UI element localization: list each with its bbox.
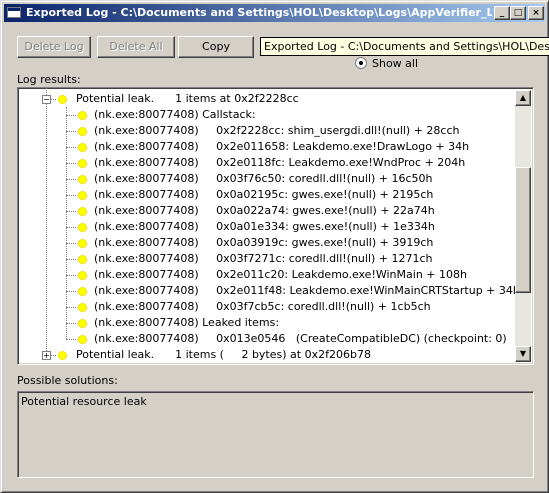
delete-log-label: Delete Log bbox=[24, 40, 84, 53]
log-results-label: Log results: bbox=[17, 73, 81, 86]
tree-node-entry[interactable]: (nk.exe:80077408) 0x0a01e334: gwes.exe!(… bbox=[18, 219, 513, 235]
lightbulb-icon bbox=[78, 207, 87, 216]
tree-node-text: (nk.exe:80077408) 0x2e011658: Leakdemo.e… bbox=[94, 140, 470, 153]
scroll-up-button[interactable]: ▲ bbox=[515, 90, 531, 106]
lightbulb-icon bbox=[78, 287, 87, 296]
exported-log-window: Exported Log - C:\Documents and Settings… bbox=[0, 0, 549, 493]
window-title: Exported Log - C:\Documents and Settings… bbox=[26, 6, 492, 19]
lightbulb-icon bbox=[78, 271, 87, 280]
tree-connector bbox=[66, 243, 76, 244]
lightbulb-icon bbox=[78, 223, 87, 232]
lightbulb-icon bbox=[78, 143, 87, 152]
tree-node-entry[interactable]: (nk.exe:80077408) 0x2e011c20: Leakdemo.e… bbox=[18, 267, 513, 283]
maximize-button[interactable]: □ bbox=[510, 6, 526, 20]
tree-node-entry[interactable]: (nk.exe:80077408) 0x2e011f48: Leakdemo.e… bbox=[18, 283, 520, 299]
tree-node-text: (nk.exe:80077408) Callstack: bbox=[94, 108, 256, 121]
tree-connector bbox=[66, 115, 76, 116]
tree-connector bbox=[66, 227, 76, 228]
tree-node-text: (nk.exe:80077408) Leaked items: bbox=[94, 316, 280, 329]
delete-all-label: Delete All bbox=[109, 40, 163, 53]
tree-node-text: (nk.exe:80077408) 0x013e0546 (CreateComp… bbox=[94, 332, 507, 345]
lightbulb-icon bbox=[58, 351, 67, 360]
tree-connector bbox=[66, 163, 76, 164]
tree-connector bbox=[66, 179, 76, 180]
tree-node-text: (nk.exe:80077408) 0x0a03919c: gwes.exe!(… bbox=[94, 236, 434, 249]
tree-connector bbox=[66, 323, 76, 324]
scroll-thumb[interactable] bbox=[515, 167, 531, 293]
close-button[interactable]: × bbox=[528, 6, 544, 20]
tree-node-entry[interactable]: (nk.exe:80077408) 0x2e0118fc: Leakdemo.e… bbox=[18, 155, 513, 171]
tree-connector bbox=[66, 131, 76, 132]
tree-node-entry[interactable]: (nk.exe:80077408) 0x0a022a74: gwes.exe!(… bbox=[18, 203, 513, 219]
tree-node-text: (nk.exe:80077408) 0x2e011f48: Leakdemo.e… bbox=[94, 284, 520, 297]
tree-node-text: (nk.exe:80077408) 0x03f7271c: coredll.dl… bbox=[94, 252, 433, 265]
tree-node-text: (nk.exe:80077408) 0x2e0118fc: Leakdemo.e… bbox=[94, 156, 466, 169]
tree-node-entry[interactable]: (nk.exe:80077408) Leaked items: bbox=[18, 315, 513, 331]
tree-node-text: (nk.exe:80077408) 0x03f76c50: coredll.dl… bbox=[94, 172, 433, 185]
expand-icon[interactable]: + bbox=[42, 351, 51, 360]
log-results-tree[interactable]: − Potential leak. 1 items at 0x2f2228cc (n… bbox=[17, 87, 534, 365]
tree-connector bbox=[66, 339, 76, 340]
scroll-down-button[interactable]: ▼ bbox=[515, 346, 531, 362]
lightbulb-icon bbox=[78, 191, 87, 200]
tree-node-leak[interactable]: − Potential leak. 1 items at 0x2f2228cc bbox=[18, 91, 513, 107]
lightbulb-icon bbox=[78, 127, 87, 136]
tree-node-text: (nk.exe:80077408) 0x2e011c20: Leakdemo.e… bbox=[94, 268, 467, 281]
tree-node-text: (nk.exe:80077408) 0x0a01e334: gwes.exe!(… bbox=[94, 220, 435, 233]
tree-node-text: (nk.exe:80077408) 0x03f7cb5c: coredll.dl… bbox=[94, 300, 431, 313]
delete-all-button[interactable]: Delete All bbox=[97, 36, 175, 58]
delete-log-button[interactable]: Delete Log bbox=[17, 36, 91, 58]
tree-node-text: (nk.exe:80077408) 0x2f2228cc: shim_userg… bbox=[94, 124, 460, 137]
tree-node-entry[interactable]: (nk.exe:80077408) 0x013e0546 (CreateComp… bbox=[18, 331, 513, 347]
lightbulb-icon bbox=[58, 95, 67, 104]
tree-node-text: (nk.exe:80077408) 0x0a02195c: gwes.exe!(… bbox=[94, 188, 434, 201]
window-icon bbox=[7, 7, 21, 18]
tree-connector bbox=[66, 259, 76, 260]
lightbulb-icon bbox=[78, 319, 87, 328]
lightbulb-icon bbox=[78, 159, 87, 168]
tree-node-entry[interactable]: (nk.exe:80077408) Callstack: bbox=[18, 107, 513, 123]
lightbulb-icon bbox=[78, 111, 87, 120]
tree-node-entry[interactable]: (nk.exe:80077408) 0x0a02195c: gwes.exe!(… bbox=[18, 187, 513, 203]
tree-connector bbox=[66, 275, 76, 276]
tree-node-text: Potential leak. 1 items ( 2 bytes) at 0x… bbox=[76, 348, 371, 361]
tree-connector bbox=[66, 307, 76, 308]
title-bar[interactable]: Exported Log - C:\Documents and Settings… bbox=[4, 4, 545, 22]
copy-label: Copy bbox=[202, 40, 230, 53]
lightbulb-icon bbox=[78, 335, 87, 344]
lightbulb-icon bbox=[78, 239, 87, 248]
tree-node-text: Potential leak. 1 items at 0x2f2228cc bbox=[76, 92, 299, 105]
tree-connector bbox=[66, 291, 76, 292]
minimize-button[interactable]: _ bbox=[494, 6, 510, 20]
tree-node-entry[interactable]: (nk.exe:80077408) 0x2f2228cc: shim_userg… bbox=[18, 123, 513, 139]
tree-node-entry[interactable]: (nk.exe:80077408) 0x0a03919c: gwes.exe!(… bbox=[18, 235, 513, 251]
tree-connector bbox=[66, 211, 76, 212]
collapse-icon[interactable]: − bbox=[42, 95, 51, 104]
show-all-label: Show all bbox=[372, 57, 419, 70]
lightbulb-icon bbox=[78, 255, 87, 264]
show-all-radio-dot[interactable] bbox=[355, 57, 367, 69]
tree-node-entry[interactable]: (nk.exe:80077408) 0x03f76c50: coredll.dl… bbox=[18, 171, 513, 187]
tree-connector bbox=[66, 195, 76, 196]
possible-solutions-box[interactable]: Potential resource leak bbox=[17, 391, 534, 478]
tree-node-text: (nk.exe:80077408) 0x0a022a74: gwes.exe!(… bbox=[94, 204, 435, 217]
lightbulb-icon bbox=[78, 303, 87, 312]
tree-node-entry[interactable]: (nk.exe:80077408) 0x03f7271c: coredll.dl… bbox=[18, 251, 513, 267]
tree-node-leak[interactable]: + Potential leak. 1 items ( 2 bytes) at 0… bbox=[18, 347, 513, 363]
possible-solutions-label: Possible solutions: bbox=[17, 374, 118, 387]
possible-solutions-text: Potential resource leak bbox=[21, 395, 147, 408]
tree-connector bbox=[66, 147, 76, 148]
copy-button[interactable]: Copy bbox=[178, 36, 254, 58]
title-tooltip: Exported Log - C:\Documents and Settings… bbox=[260, 37, 549, 56]
vertical-scrollbar[interactable]: ▲ ▼ bbox=[515, 90, 531, 362]
tree-node-entry[interactable]: (nk.exe:80077408) 0x2e011658: Leakdemo.e… bbox=[18, 139, 513, 155]
tree-node-entry[interactable]: (nk.exe:80077408) 0x03f7cb5c: coredll.dl… bbox=[18, 299, 513, 315]
lightbulb-icon bbox=[78, 175, 87, 184]
